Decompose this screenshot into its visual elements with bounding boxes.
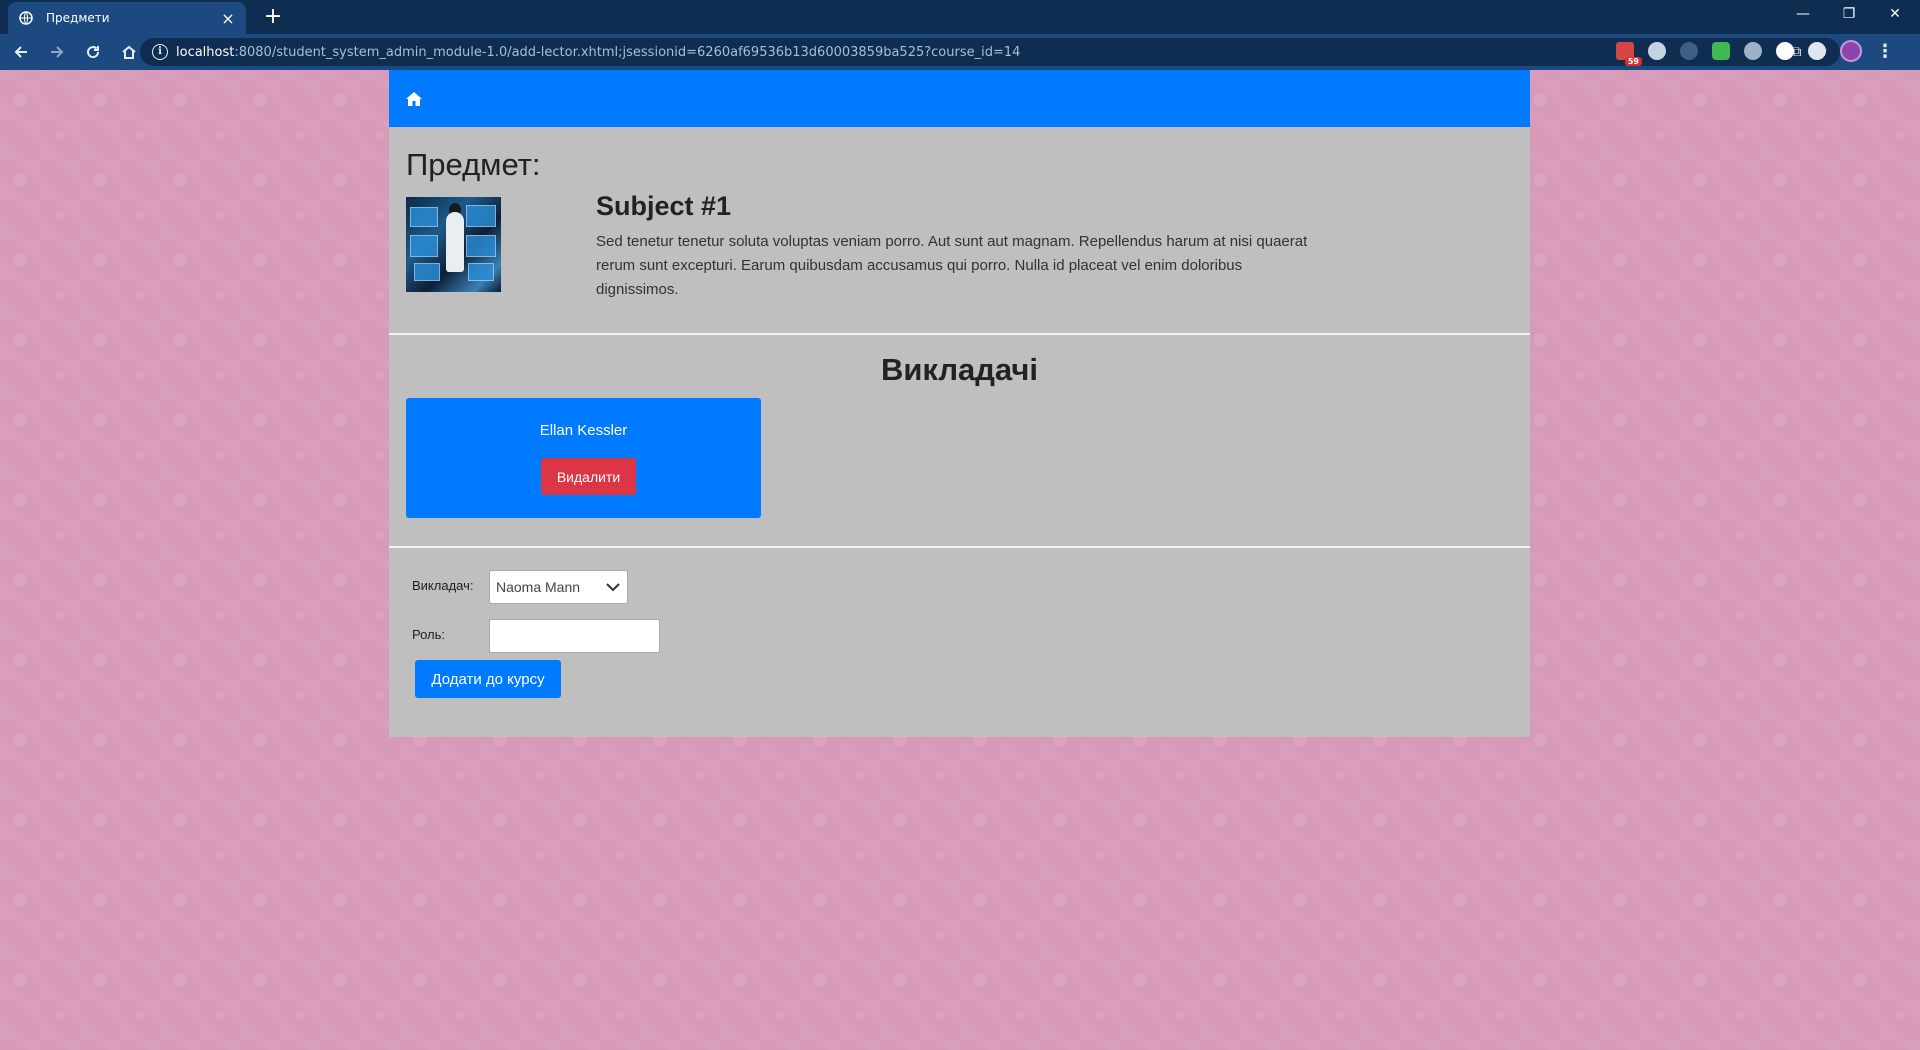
browser-menu-icon[interactable]: ⋮ (1876, 41, 1894, 62)
globe-icon (18, 10, 34, 26)
lecturer-select-value: Naoma Mann (496, 579, 581, 595)
reload-button[interactable] (78, 37, 108, 67)
glasses-extension-icon[interactable] (1808, 42, 1826, 60)
tab-close-icon[interactable]: × (220, 9, 236, 28)
subject-description: Sed tenetur tenetur soluta voluptas veni… (596, 233, 1308, 298)
lecturers-heading: Викладачі (880, 352, 1039, 387)
restore-button[interactable]: ❐ (1826, 0, 1872, 28)
forward-arrow-icon (51, 46, 64, 58)
home-outline-icon (122, 45, 136, 59)
url-path: :8080/student_system_admin_module-1.0/ad… (234, 44, 1021, 60)
lecturer-card: Ellan Kessler Видалити (406, 398, 761, 518)
subject-image (406, 197, 501, 292)
home-icon[interactable] (405, 90, 423, 108)
lecturer-select[interactable]: Naoma Mann (489, 570, 628, 604)
info-icon[interactable]: i (152, 44, 168, 60)
profile-avatar[interactable] (1840, 40, 1862, 62)
minimize-button[interactable]: — (1780, 0, 1826, 28)
url-host: localhost (176, 44, 235, 60)
section-divider (389, 333, 1530, 335)
tab-title: Предмети (46, 11, 110, 25)
extension-badge: 59 (1624, 57, 1642, 66)
browser-tabbar: Предмети × + — ❐ ✕ (0, 0, 1920, 34)
download-extension-icon[interactable] (1680, 42, 1698, 60)
delete-lecturer-button[interactable]: Видалити (541, 458, 636, 495)
browser-tab[interactable]: Предмети × (8, 2, 246, 34)
lecturer-name: Ellan Kessler (539, 422, 628, 439)
circle-extension-icon[interactable] (1648, 42, 1666, 60)
lecturer-label: Викладач: (412, 578, 474, 593)
add-to-course-button[interactable]: Додати до курсу (415, 660, 561, 698)
globe-extension-icon[interactable] (1776, 42, 1794, 60)
role-label: Роль: (412, 627, 446, 642)
top-navbar (389, 70, 1530, 127)
forward-button[interactable] (42, 37, 72, 67)
page-container: Предмет: Subject #1 Sed tenetur tenetur … (389, 70, 1530, 737)
new-tab-button[interactable]: + (260, 4, 286, 30)
section-divider (389, 546, 1530, 548)
back-arrow-icon (14, 46, 27, 58)
address-bar[interactable]: i localhost:8080/student_system_admin_mo… (140, 38, 1840, 66)
role-input[interactable] (489, 619, 660, 653)
leaf-extension-icon[interactable] (1744, 42, 1762, 60)
subject-title: Subject #1 (596, 191, 732, 221)
chevron-down-icon (599, 582, 627, 592)
reload-icon (87, 46, 100, 59)
close-window-button[interactable]: ✕ (1872, 0, 1918, 28)
shield-extension-icon[interactable] (1712, 42, 1730, 60)
back-button[interactable] (6, 37, 36, 67)
mail-extension-icon[interactable]: 59 (1616, 42, 1642, 66)
page-title: Предмет: (406, 147, 541, 182)
extension-icons: 59 ⋮ (1616, 40, 1894, 66)
